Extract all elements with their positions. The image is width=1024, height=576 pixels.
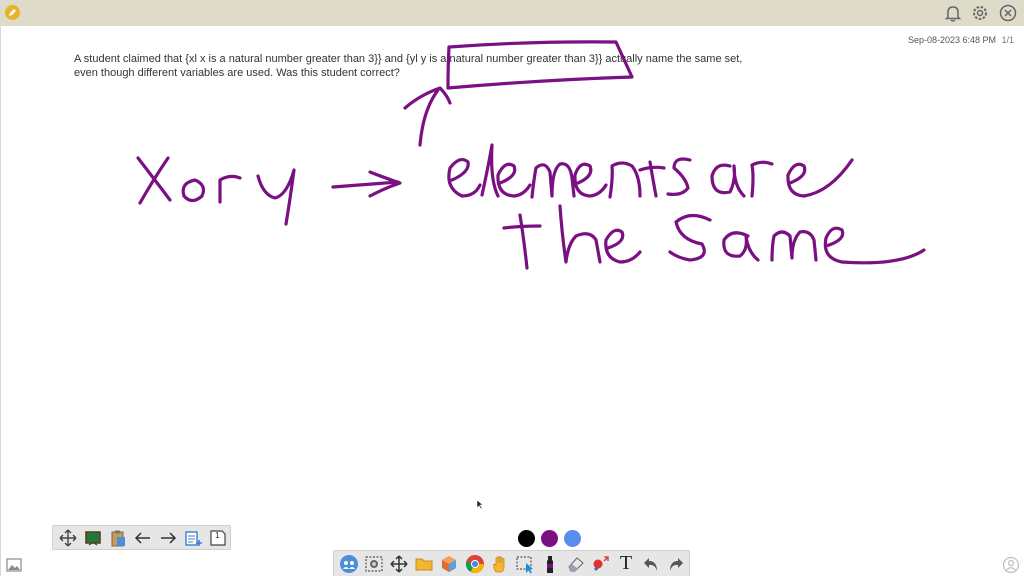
close-circle-icon[interactable] [998,3,1018,23]
mouse-cursor [476,499,484,510]
marker-icon[interactable] [538,552,563,576]
page-1-icon[interactable]: 1 [205,527,230,549]
add-page-icon[interactable] [180,527,205,549]
screenshot-icon[interactable] [361,552,386,576]
drawing-toolbar: T [333,550,690,576]
hand-icon[interactable] [487,552,512,576]
arrow-left-icon[interactable] [131,527,156,549]
page-toolbar: 1 [52,525,231,550]
whiteboard-canvas[interactable] [0,26,1024,576]
top-bar [0,0,1024,26]
folder-icon[interactable] [412,552,437,576]
gear-icon[interactable] [970,3,990,23]
color-purple[interactable] [541,530,558,547]
timestamp: Sep-08-2023 6:48 PM [907,35,996,45]
color-blue[interactable] [564,530,581,547]
question-text: A student claimed that {xl x is a natura… [74,52,774,80]
page-1-label: 1 [215,530,220,540]
green-board-icon[interactable] [81,527,106,549]
move-icon[interactable] [386,552,411,576]
pencil-icon[interactable] [5,5,20,20]
shapes-icon[interactable] [437,552,462,576]
arrow-right-icon[interactable] [155,527,180,549]
gallery-icon[interactable] [5,556,23,574]
page-number: 1/1 [1001,35,1014,45]
chrome-icon[interactable] [462,552,487,576]
redo-icon[interactable] [664,552,689,576]
select-icon[interactable] [513,552,538,576]
bell-icon[interactable] [943,3,963,23]
clipboard-icon[interactable] [106,527,131,549]
participants-icon[interactable] [336,552,361,576]
question-line-1: A student claimed that {xl x is a natura… [74,53,743,65]
undo-icon[interactable] [639,552,664,576]
user-profile-icon[interactable] [1002,556,1020,574]
text-tool-label: T [619,552,633,574]
question-line-2: even though different variables are used… [74,67,400,79]
move-arrows-icon[interactable] [56,527,81,549]
pen-color-picker [518,530,581,547]
laser-icon[interactable] [588,552,613,576]
color-black[interactable] [518,530,535,547]
eraser-icon[interactable] [563,552,588,576]
text-icon[interactable]: T [613,552,638,576]
